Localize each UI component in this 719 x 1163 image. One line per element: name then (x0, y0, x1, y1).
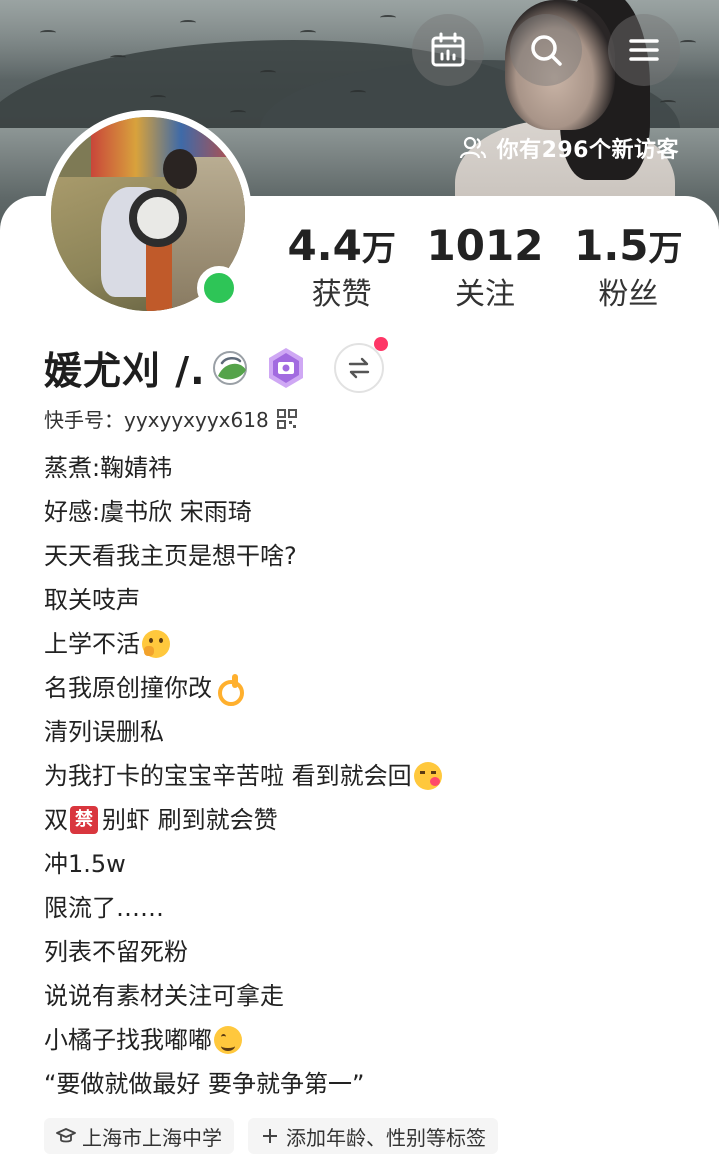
bio-line: 好感:虞书欣 宋雨琦 (44, 498, 252, 526)
bird (680, 40, 696, 45)
bio-line: 冲1.5w (44, 850, 126, 878)
level-badge-icon[interactable] (264, 346, 308, 390)
bio-line: 说说有素材关注可拿走 (44, 982, 284, 1010)
stats-row: 4.4万 获赞 1012 关注 1.5万 粉丝 (270, 222, 700, 313)
bird (260, 70, 276, 75)
stat-label: 粉丝 (598, 277, 659, 312)
new-visitors-link[interactable]: 你有296个新访客 (459, 132, 679, 164)
visitors-text: 你有296个新访客 (496, 138, 679, 163)
prohibited-badge: 禁 (70, 806, 98, 834)
bird (150, 95, 166, 100)
bio-line: 小橘子找我嘟嘟 (44, 1018, 684, 1062)
stat-following[interactable]: 1012 关注 (413, 222, 556, 313)
kissing-face-icon (413, 762, 442, 790)
stat-label: 关注 (454, 277, 515, 312)
smiling-face-icon (214, 1026, 242, 1054)
visitors-icon (459, 136, 486, 159)
profile-tags: 上海市上海中学 添加年龄、性别等标签 (44, 1118, 512, 1154)
qr-code-icon[interactable] (276, 408, 297, 429)
calendar-icon (431, 32, 465, 67)
bio-line: 蒸煮:鞠婧祎 (44, 454, 173, 482)
search-button[interactable] (510, 14, 582, 86)
bird (350, 90, 366, 95)
profile-name: 媛尤刈 /. (44, 349, 206, 393)
graduation-cap-icon (56, 1128, 76, 1143)
bio-line: 列表不留死粉 (44, 938, 188, 966)
stat-fans[interactable]: 1.5万 粉丝 (557, 222, 700, 313)
stat-number: 1.5万 (574, 221, 683, 270)
bird (110, 55, 126, 60)
bio-line: 双禁 别虾 刷到就会赞 (44, 806, 278, 834)
avatar-cone (146, 237, 172, 311)
bird (300, 30, 316, 35)
online-status-dot (197, 266, 241, 310)
name-row: 媛尤刈 /. (44, 336, 388, 395)
stat-label: 获赞 (311, 277, 372, 312)
bird (380, 15, 396, 20)
bird (180, 20, 196, 25)
bio-line: 限流了…… (44, 894, 164, 922)
thinking-face-icon (142, 630, 170, 658)
bio-line: 上学不活 (44, 622, 684, 666)
bird (230, 110, 246, 115)
bio-line: 清列误删私 (44, 718, 164, 746)
leaf-ball-icon (212, 350, 247, 385)
ok-hand-icon (214, 674, 244, 706)
kwai-id-row[interactable]: 快手号：yyxyyxyyx618 (44, 404, 297, 433)
stat-number: 1012 (426, 221, 544, 270)
bio-line: 天天看我主页是想干啥? (44, 542, 297, 570)
plus-icon (263, 1129, 277, 1143)
menu-button[interactable] (608, 14, 680, 86)
add-tags-text: 添加年龄、性别等标签 (286, 1125, 486, 1150)
avatar-megaphone (129, 189, 187, 247)
stat-likes[interactable]: 4.4万 获赞 (270, 222, 413, 313)
notification-dot (373, 336, 388, 351)
school-tag-text: 上海市上海中学 (82, 1125, 222, 1150)
calendar-button[interactable] (412, 14, 484, 86)
add-tags-button[interactable]: 添加年龄、性别等标签 (248, 1118, 498, 1154)
bio-line: 取关吱声 (44, 586, 140, 614)
bio-line: 为我打卡的宝宝辛苦啦 看到就会回 (44, 754, 684, 798)
switch-arrows-icon (348, 357, 369, 378)
kwai-id-text: 快手号：yyxyyxyyx618 (44, 408, 269, 432)
bird (40, 30, 56, 35)
bio: 蒸煮:鞠婧祎 好感:虞书欣 宋雨琦 天天看我主页是想干啥? 取关吱声 上学不活 … (44, 446, 684, 1106)
bio-line: “要做就做最好 要争就争第一” (44, 1070, 365, 1098)
avatar-person-head (163, 149, 197, 189)
switch-account-button[interactable] (333, 336, 388, 393)
stat-number: 4.4万 (287, 221, 396, 270)
school-tag[interactable]: 上海市上海中学 (44, 1118, 234, 1154)
search-icon (531, 35, 562, 66)
menu-icon (629, 39, 659, 61)
bird (660, 100, 676, 105)
bio-line: 名我原创撞你改 (44, 666, 684, 710)
